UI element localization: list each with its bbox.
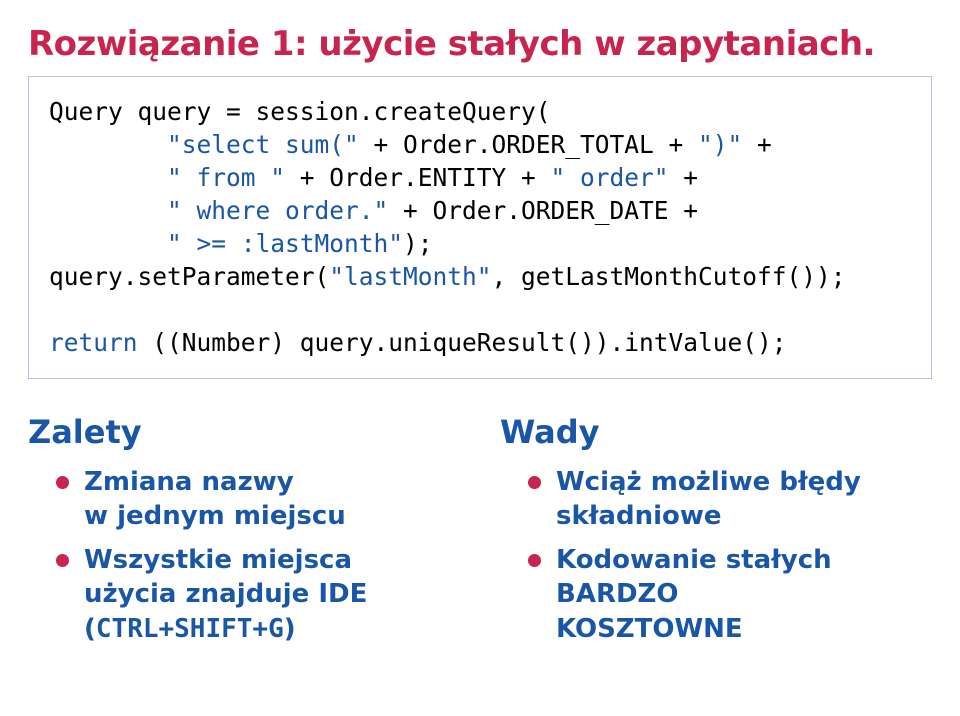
code-text: + bbox=[742, 130, 786, 159]
code-line: Query query = session.createQuery( bbox=[49, 97, 551, 126]
pros-heading: Zalety bbox=[28, 413, 460, 451]
code-string: " >= :lastMonth" bbox=[49, 229, 403, 258]
list-item: Zmiana nazwyw jednym miejscu bbox=[56, 465, 460, 534]
list-item: Kodowanie stałychBARDZOKOSZTOWNE bbox=[528, 543, 932, 646]
code-string: ")" bbox=[698, 130, 742, 159]
code-string: "lastMonth" bbox=[329, 262, 491, 291]
cons-column: Wady Wciąż możliwe błędyskładniowe Kodow… bbox=[500, 409, 932, 657]
code-string: " from " bbox=[49, 163, 285, 192]
slide-title: Rozwiązanie 1: użycie stałych w zapytani… bbox=[28, 24, 932, 64]
code-text: + Order.ORDER_TOTAL + bbox=[359, 130, 698, 159]
code-text: + bbox=[669, 163, 713, 192]
code-text: ); bbox=[403, 229, 433, 258]
code-text: , getLastMonthCutoff()); bbox=[492, 262, 846, 291]
code-block: Query query = session.createQuery( "sele… bbox=[28, 76, 932, 379]
code-string: " order" bbox=[551, 163, 669, 192]
pros-column: Zalety Zmiana nazwyw jednym miejscu Wszy… bbox=[28, 409, 460, 657]
code-text: + Order.ORDER_DATE + bbox=[388, 196, 713, 225]
code-keyword: return bbox=[49, 328, 138, 357]
list-item-text: Wszystkie miejscaużycia znajduje IDE(CTR… bbox=[84, 545, 367, 644]
code-text: + Order.ENTITY + bbox=[285, 163, 551, 192]
code-text: query.setParameter( bbox=[49, 262, 329, 291]
list-item: Wciąż możliwe błędyskładniowe bbox=[528, 465, 932, 534]
code-string: " where order." bbox=[49, 196, 388, 225]
cons-heading: Wady bbox=[500, 413, 932, 451]
code-string: "select sum(" bbox=[49, 130, 359, 159]
two-column-layout: Zalety Zmiana nazwyw jednym miejscu Wszy… bbox=[28, 409, 932, 657]
list-item: Wszystkie miejscaużycia znajduje IDE(CTR… bbox=[56, 543, 460, 646]
code-text: ((Number) query.uniqueResult()).intValue… bbox=[138, 328, 787, 357]
